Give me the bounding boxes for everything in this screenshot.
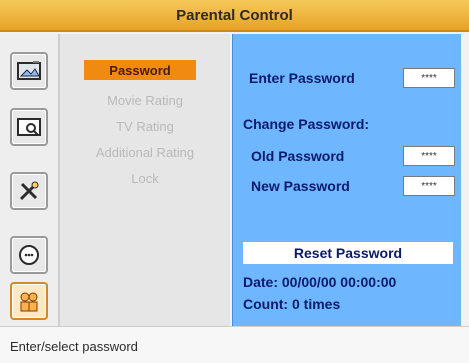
- password-panel: Enter Password **** Change Password: Old…: [232, 34, 461, 326]
- menu-item-label: TV Rating: [116, 118, 174, 134]
- old-password-field[interactable]: ****: [403, 146, 455, 166]
- picture-settings-icon: [17, 61, 41, 80]
- menu-item-label: Lock: [131, 170, 159, 186]
- enter-password-field[interactable]: ****: [403, 68, 455, 88]
- sidebar: [0, 34, 60, 326]
- reset-count-text: Count: 0 times: [243, 296, 341, 312]
- status-bar: Enter/select password: [0, 326, 469, 363]
- menu-item-movie-rating[interactable]: Movie Rating: [60, 90, 230, 110]
- reset-date-text: Date: 00/00/00 00:00:00: [243, 274, 397, 290]
- reset-password-button[interactable]: Reset Password: [243, 242, 453, 264]
- chat-icon: [19, 245, 39, 265]
- window-title: Parental Control: [0, 0, 469, 32]
- enter-password-label: Enter Password: [249, 70, 355, 86]
- new-password-field[interactable]: ****: [403, 176, 455, 196]
- parental-control-window: Parental Control Password Movie Rating T…: [0, 0, 469, 363]
- display-settings-icon: [17, 118, 41, 136]
- sidebar-icon-button-picture[interactable]: [10, 52, 48, 90]
- menu-item-label: Additional Rating: [95, 144, 195, 160]
- menu-item-label: Movie Rating: [107, 92, 183, 108]
- status-hint: Enter/select password: [10, 339, 138, 354]
- sidebar-icon-button-chat[interactable]: [10, 236, 48, 274]
- sidebar-icon-button-display[interactable]: [10, 108, 48, 146]
- reset-password-button-label: Reset Password: [293, 245, 403, 261]
- tools-icon: [19, 181, 39, 201]
- parental-menu: Password Movie Rating TV Rating Addition…: [60, 34, 230, 326]
- menu-item-additional-rating[interactable]: Additional Rating: [60, 142, 230, 162]
- sidebar-icon-button-tools[interactable]: [10, 172, 48, 210]
- old-password-label: Old Password: [251, 148, 345, 164]
- menu-item-tv-rating[interactable]: TV Rating: [60, 116, 230, 136]
- parental-icon: [20, 292, 38, 312]
- change-password-title: Change Password:: [243, 116, 370, 132]
- menu-item-label: Password: [109, 62, 171, 78]
- new-password-label: New Password: [251, 178, 350, 194]
- sidebar-icon-button-parental[interactable]: [10, 282, 48, 320]
- window-title-text: Parental Control: [176, 6, 293, 24]
- menu-item-lock[interactable]: Lock: [60, 168, 230, 188]
- menu-item-password[interactable]: Password: [84, 60, 196, 80]
